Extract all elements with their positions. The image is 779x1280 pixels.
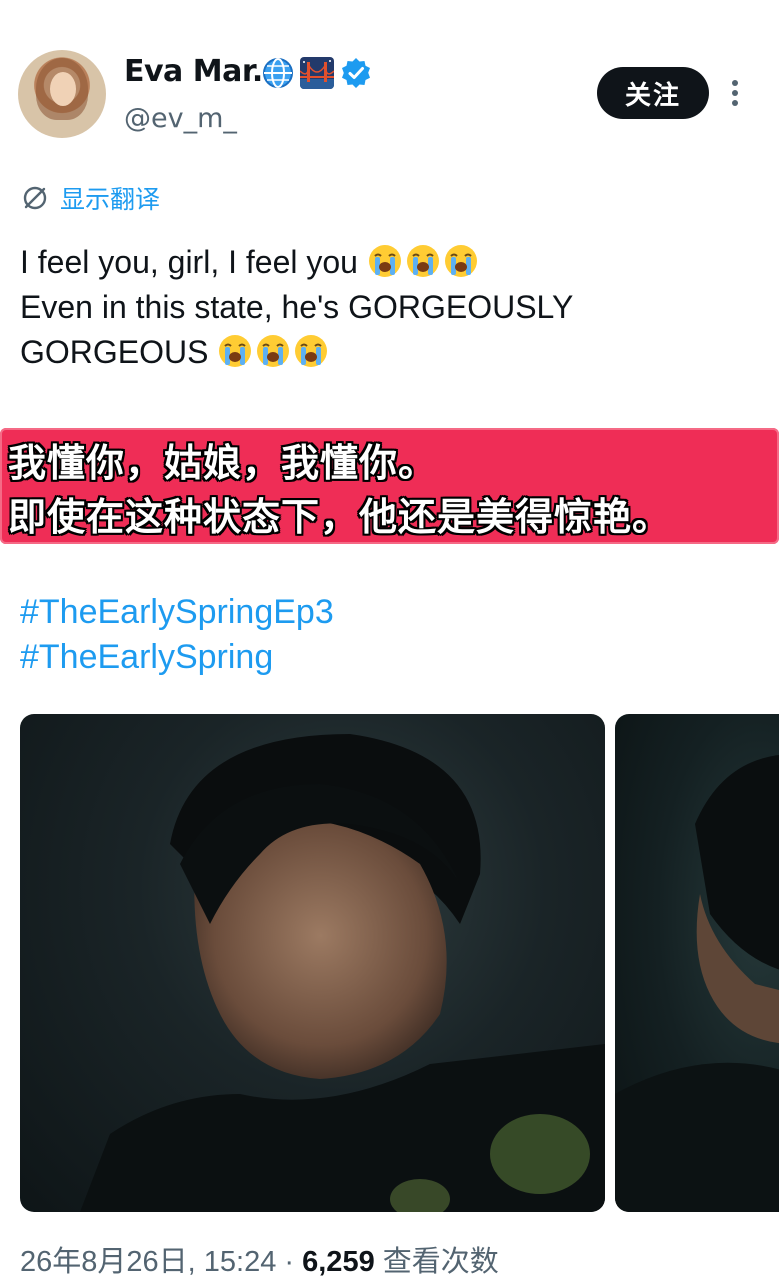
loudly-crying-face-icon [368,245,401,277]
tweet-line-1: I feel you, girl, I feel you [20,240,760,285]
display-name[interactable]: Eva Mar. [124,54,263,89]
user-handle[interactable]: @ev_m_ [124,103,237,134]
globe-icon [263,58,293,88]
verified-badge-icon[interactable] [340,57,372,89]
tweet-meta-row: 26年8月26日, 15:24 · 6,259 查看次数 [20,1238,499,1280]
tweet-line-2: Even in this state, he's GORGEOUSLY [20,289,574,325]
name-badges [262,57,372,89]
tweet-line-3: GORGEOUS [20,330,760,375]
loudly-crying-face-icon [406,245,439,277]
views-label: 查看次数 [382,1246,499,1278]
bridge-at-night-icon [300,57,334,89]
show-translation-link[interactable]: 显示翻译 [20,180,160,216]
hashtag-link[interactable]: #TheEarlySpring [20,638,273,677]
tweet-line-3-text: GORGEOUS [20,334,209,370]
show-translation-label: 显示翻译 [60,185,161,214]
tweet-text: I feel you, girl, I feel you Even in thi… [20,240,760,375]
more-vertical-icon[interactable] [730,80,740,110]
translation-overlay-line-2: 即使在这种状态下，他还是美得惊艳。 [8,495,672,539]
more-dot [732,90,738,96]
follow-button[interactable]: 关注 [597,67,709,119]
photo-illustration [80,734,605,1212]
loudly-crying-face-icon [444,245,477,277]
timestamp[interactable]: 26年8月26日, 15:24 [20,1246,276,1278]
loudly-crying-face-icon [219,335,252,367]
translation-overlay-line-1: 我懂你，姑娘，我懂你。 [8,441,438,485]
avatar[interactable] [18,50,106,138]
hashtag-link[interactable]: #TheEarlySpringEp3 [20,593,334,632]
tweet-line-1-text: I feel you, girl, I feel you [20,244,358,280]
photo-illustration [615,755,779,1212]
more-dot [732,80,738,86]
loudly-crying-face-icon [257,335,290,367]
loudly-crying-face-icon [295,335,328,367]
translate-icon [23,186,47,210]
avatar-face [50,72,76,106]
meta-separator: · [284,1246,295,1278]
media-photo-secondary[interactable] [615,714,779,1212]
media-photo-main[interactable] [20,714,605,1212]
views-count: 6,259 [302,1246,375,1278]
more-dot [732,100,738,106]
